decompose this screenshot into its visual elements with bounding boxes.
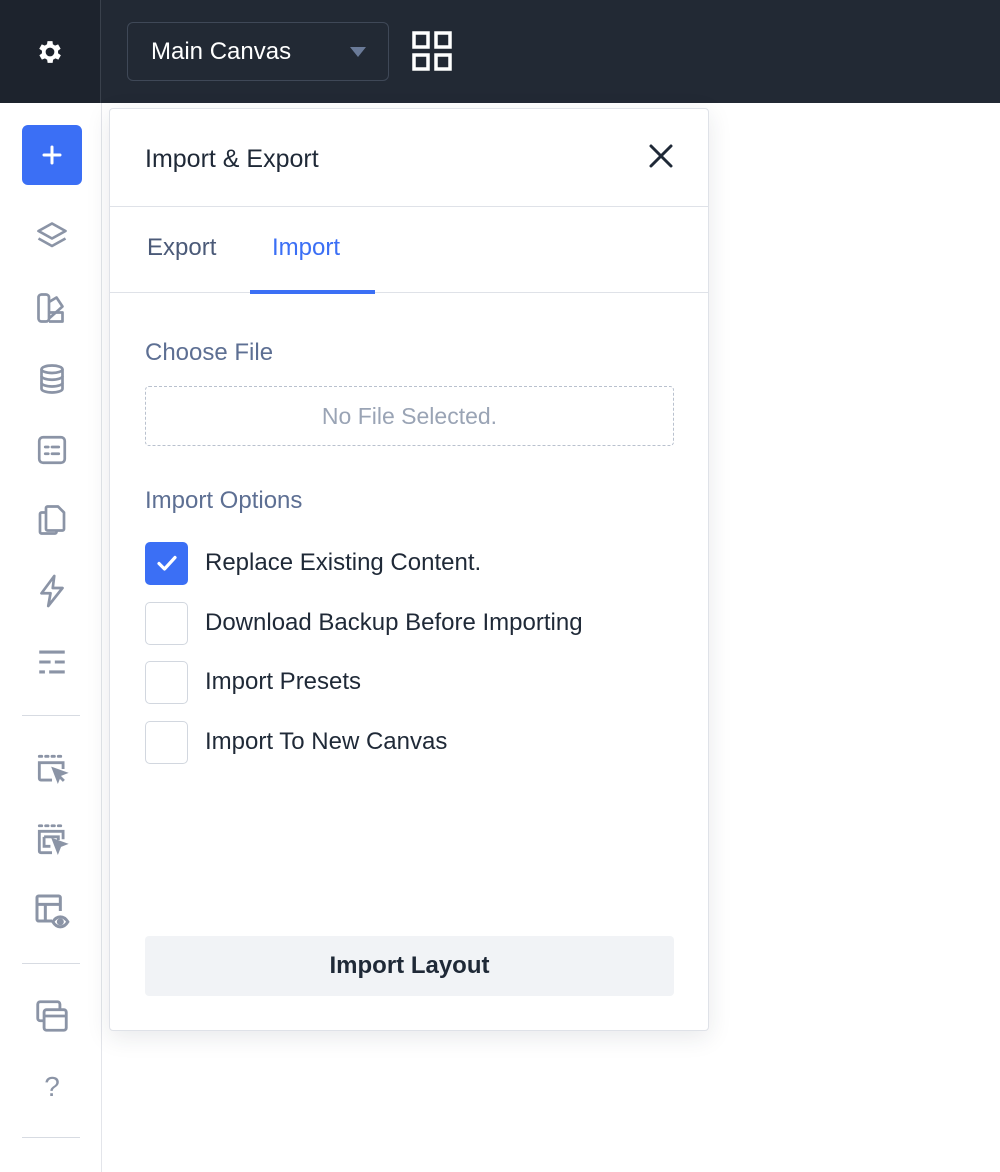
sidebar-item-styles[interactable] [22,278,82,338]
sidebar-item-help[interactable]: ? [22,1057,82,1117]
sidebar-item-preview[interactable] [22,881,82,941]
option-import-to-new-canvas[interactable]: Import To New Canvas [145,720,447,764]
sidebar-divider [22,715,80,716]
canvas-grid-button[interactable] [411,30,453,72]
sidebar-item-forms[interactable] [22,420,82,480]
sidebar-item-select-elements[interactable] [22,810,82,870]
sidebar-divider [22,963,80,964]
import-export-panel: Import & Export Export Import Choose Fil… [109,108,709,1031]
select-element-icon [37,754,69,785]
option-label: Import Presets [205,668,362,695]
checkbox[interactable] [145,720,188,764]
choose-file-label: Choose File [145,339,274,366]
option-label: Import To New Canvas [205,728,448,755]
active-tab-indicator [250,290,375,294]
sidebar-item-pages[interactable] [22,490,82,550]
top-bar: Main Canvas [0,0,1000,103]
sidebar-item-add[interactable] [22,125,82,185]
copy-pages-icon [38,505,66,535]
option-replace-existing-content[interactable]: Replace Existing Content. [145,541,481,585]
sidebar-item-database[interactable] [22,349,82,409]
layers-icon [37,222,67,248]
palette-icon [37,293,64,323]
sliders-icon [39,650,65,674]
sidebar-item-layers[interactable] [22,207,82,267]
sidebar-item-interactions[interactable] [22,561,82,621]
lightning-icon [40,574,64,608]
gear-icon [39,40,61,63]
panel-title: Import & Export [145,145,319,173]
select-elements-icon [37,824,69,856]
import-layout-button[interactable]: Import Layout [145,936,674,996]
panel-header: Import & Export [110,109,708,207]
checkmark-icon [156,555,177,571]
windows-icon [36,1000,68,1032]
tab-export[interactable]: Export [147,234,216,262]
database-icon [40,364,64,394]
sidebar-item-select-element[interactable] [22,739,82,799]
checkbox[interactable] [145,601,188,645]
plus-icon [42,145,62,165]
canvas-select[interactable]: Main Canvas [127,22,389,81]
settings-button[interactable] [0,0,101,103]
sidebar-item-windows[interactable] [22,986,82,1046]
option-download-backup[interactable]: Download Backup Before Importing [145,601,583,645]
checkbox[interactable] [145,660,188,704]
canvas-select-value: Main Canvas [151,37,292,65]
sidebar-divider [22,1137,80,1138]
close-icon [649,144,673,168]
tab-import[interactable]: Import [272,234,340,262]
option-import-presets[interactable]: Import Presets [145,660,361,704]
left-sidebar: ? [0,103,102,1172]
checkbox[interactable] [145,541,188,585]
import-options-label: Import Options [145,487,303,514]
tab-bar: Export Import [110,207,708,294]
preview-layout-icon [35,894,70,929]
grid-icon [412,31,452,71]
file-picker[interactable]: No File Selected. [145,386,674,446]
form-icon [37,435,67,465]
close-button[interactable] [646,141,676,171]
option-label: Replace Existing Content. [205,549,482,576]
caret-down-icon [350,47,366,57]
option-label: Download Backup Before Importing [205,609,583,636]
help-icon: ? [44,1071,60,1102]
file-picker-value: No File Selected. [321,402,498,429]
sidebar-item-settings[interactable] [22,632,82,692]
